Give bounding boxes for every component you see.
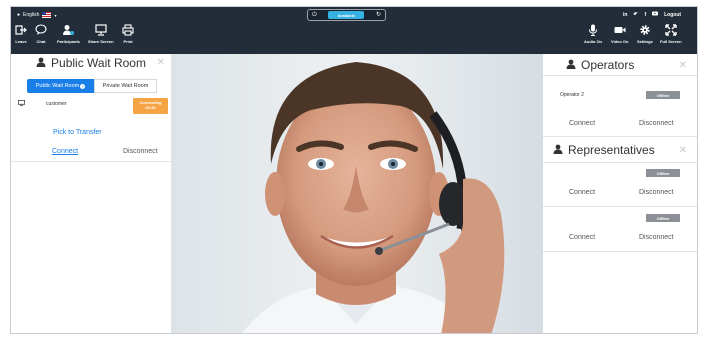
linkedin-icon[interactable]: in — [623, 12, 627, 18]
person-icon — [553, 143, 563, 157]
share-screen-label: Share Screen — [88, 39, 114, 44]
status-badge: Offline — [646, 169, 680, 177]
gear-icon — [640, 25, 650, 35]
us-flag-icon — [42, 12, 52, 18]
fullscreen-label: Full Screen — [660, 39, 682, 44]
fullscreen-icon — [665, 24, 677, 36]
social-links: in f Logout — [623, 11, 681, 18]
availability-toggle[interactable]: ⏻ Available ↻ — [307, 9, 386, 21]
divider — [543, 206, 697, 207]
tab-private-label: Private Wait Room — [102, 83, 149, 89]
participants-label: Participants — [57, 39, 80, 44]
leave-label: Leave — [15, 39, 27, 44]
operators-title: Operators — [581, 58, 635, 72]
video-feed — [171, 54, 543, 333]
exit-icon — [15, 25, 27, 35]
representatives-title: Representatives — [568, 143, 655, 157]
connect-link[interactable]: Connect — [569, 234, 595, 241]
divider — [11, 161, 171, 162]
facebook-icon[interactable]: f — [644, 12, 646, 18]
language-label: English — [23, 12, 40, 18]
monitor-icon — [95, 24, 107, 36]
close-icon[interactable]: ✕ — [157, 57, 165, 68]
participants-button[interactable]: Participants — [57, 24, 80, 44]
settings-label: Settings — [637, 39, 653, 44]
status-badge: Offline — [646, 91, 680, 99]
disconnect-link[interactable]: Disconnect — [639, 189, 674, 196]
share-screen-button[interactable]: Share Screen — [88, 24, 114, 44]
divider — [543, 136, 697, 137]
operators-header: Operators ✕ — [543, 56, 697, 74]
monitor-icon — [18, 100, 25, 106]
video-label: Video On — [611, 39, 629, 44]
printer-icon — [122, 24, 134, 36]
disconnect-link[interactable]: Disconnect — [639, 234, 674, 241]
disconnect-link[interactable]: Disconnect — [639, 120, 674, 127]
logout-link[interactable]: Logout — [664, 12, 681, 18]
customer-name: customer — [46, 101, 67, 107]
agents-panel: Operators ✕ Operator 2 Offline Connect D… — [543, 54, 697, 333]
audio-label: Audio On — [584, 39, 602, 44]
availability-status[interactable]: Available — [328, 11, 365, 19]
connect-link[interactable]: Connect — [569, 189, 595, 196]
person-icon — [566, 58, 576, 72]
language-selector[interactable]: ● English ▾ — [17, 12, 56, 18]
help-icon[interactable]: ? — [80, 83, 86, 89]
chat-label: Chat — [36, 39, 46, 44]
operator-name: Operator 2 — [560, 92, 584, 98]
person-icon — [36, 56, 46, 70]
print-label: Print — [123, 39, 133, 44]
leave-button[interactable]: Leave — [15, 24, 27, 44]
youtube-icon[interactable] — [652, 11, 659, 18]
video-camera-icon — [614, 27, 626, 33]
connect-link[interactable]: Connect — [569, 120, 595, 127]
twitter-icon[interactable] — [633, 11, 638, 18]
refresh-icon[interactable]: ↻ — [376, 12, 381, 18]
chat-bubble-icon — [35, 24, 47, 35]
close-icon[interactable]: ✕ — [679, 60, 687, 71]
top-toolbar: ● English ▾ ⏻ Available ↻ in f Logout Le… — [11, 7, 697, 54]
close-icon[interactable]: ✕ — [679, 145, 687, 156]
list-item[interactable]: customer Connecting 00:30 — [15, 98, 171, 114]
tab-private-wait-room[interactable]: Private Wait Room — [94, 79, 157, 93]
connecting-timer: 00:30 — [145, 105, 156, 110]
wait-room-header: Public Wait Room ✕ — [11, 54, 171, 71]
print-button[interactable]: Print — [122, 24, 134, 44]
wait-room-panel: Public Wait Room ✕ Public Wait Room ? Pr… — [11, 54, 171, 333]
connect-link[interactable]: Connect — [52, 148, 78, 155]
globe-icon: ● — [17, 12, 21, 18]
settings-button[interactable]: Settings — [637, 24, 653, 44]
wait-room-title: Public Wait Room — [51, 55, 146, 70]
fullscreen-button[interactable]: Full Screen — [660, 24, 682, 44]
divider — [543, 251, 697, 252]
chevron-down-icon: ▾ — [54, 12, 57, 18]
operator-video-image — [171, 54, 543, 333]
audio-toggle-button[interactable]: Audio On — [584, 24, 602, 44]
divider — [543, 162, 697, 163]
microphone-icon — [589, 24, 597, 36]
chat-button[interactable]: Chat — [35, 24, 47, 44]
connecting-badge: Connecting 00:30 — [133, 98, 168, 114]
pick-to-transfer-link[interactable]: Pick to Transfer — [53, 129, 102, 136]
wait-room-tabs: Public Wait Room ? Private Wait Room — [27, 79, 157, 93]
app-window: ● English ▾ ⏻ Available ↻ in f Logout Le… — [10, 6, 698, 334]
power-icon[interactable]: ⏻ — [312, 12, 317, 18]
status-badge: Offline — [646, 214, 680, 222]
tab-public-label: Public Wait Room — [35, 83, 80, 89]
participants-icon — [63, 25, 75, 35]
tab-public-wait-room[interactable]: Public Wait Room ? — [27, 79, 94, 93]
representatives-header: Representatives ✕ — [543, 141, 697, 159]
disconnect-link[interactable]: Disconnect — [123, 148, 158, 155]
divider — [543, 75, 697, 76]
video-toggle-button[interactable]: Video On — [611, 24, 628, 44]
